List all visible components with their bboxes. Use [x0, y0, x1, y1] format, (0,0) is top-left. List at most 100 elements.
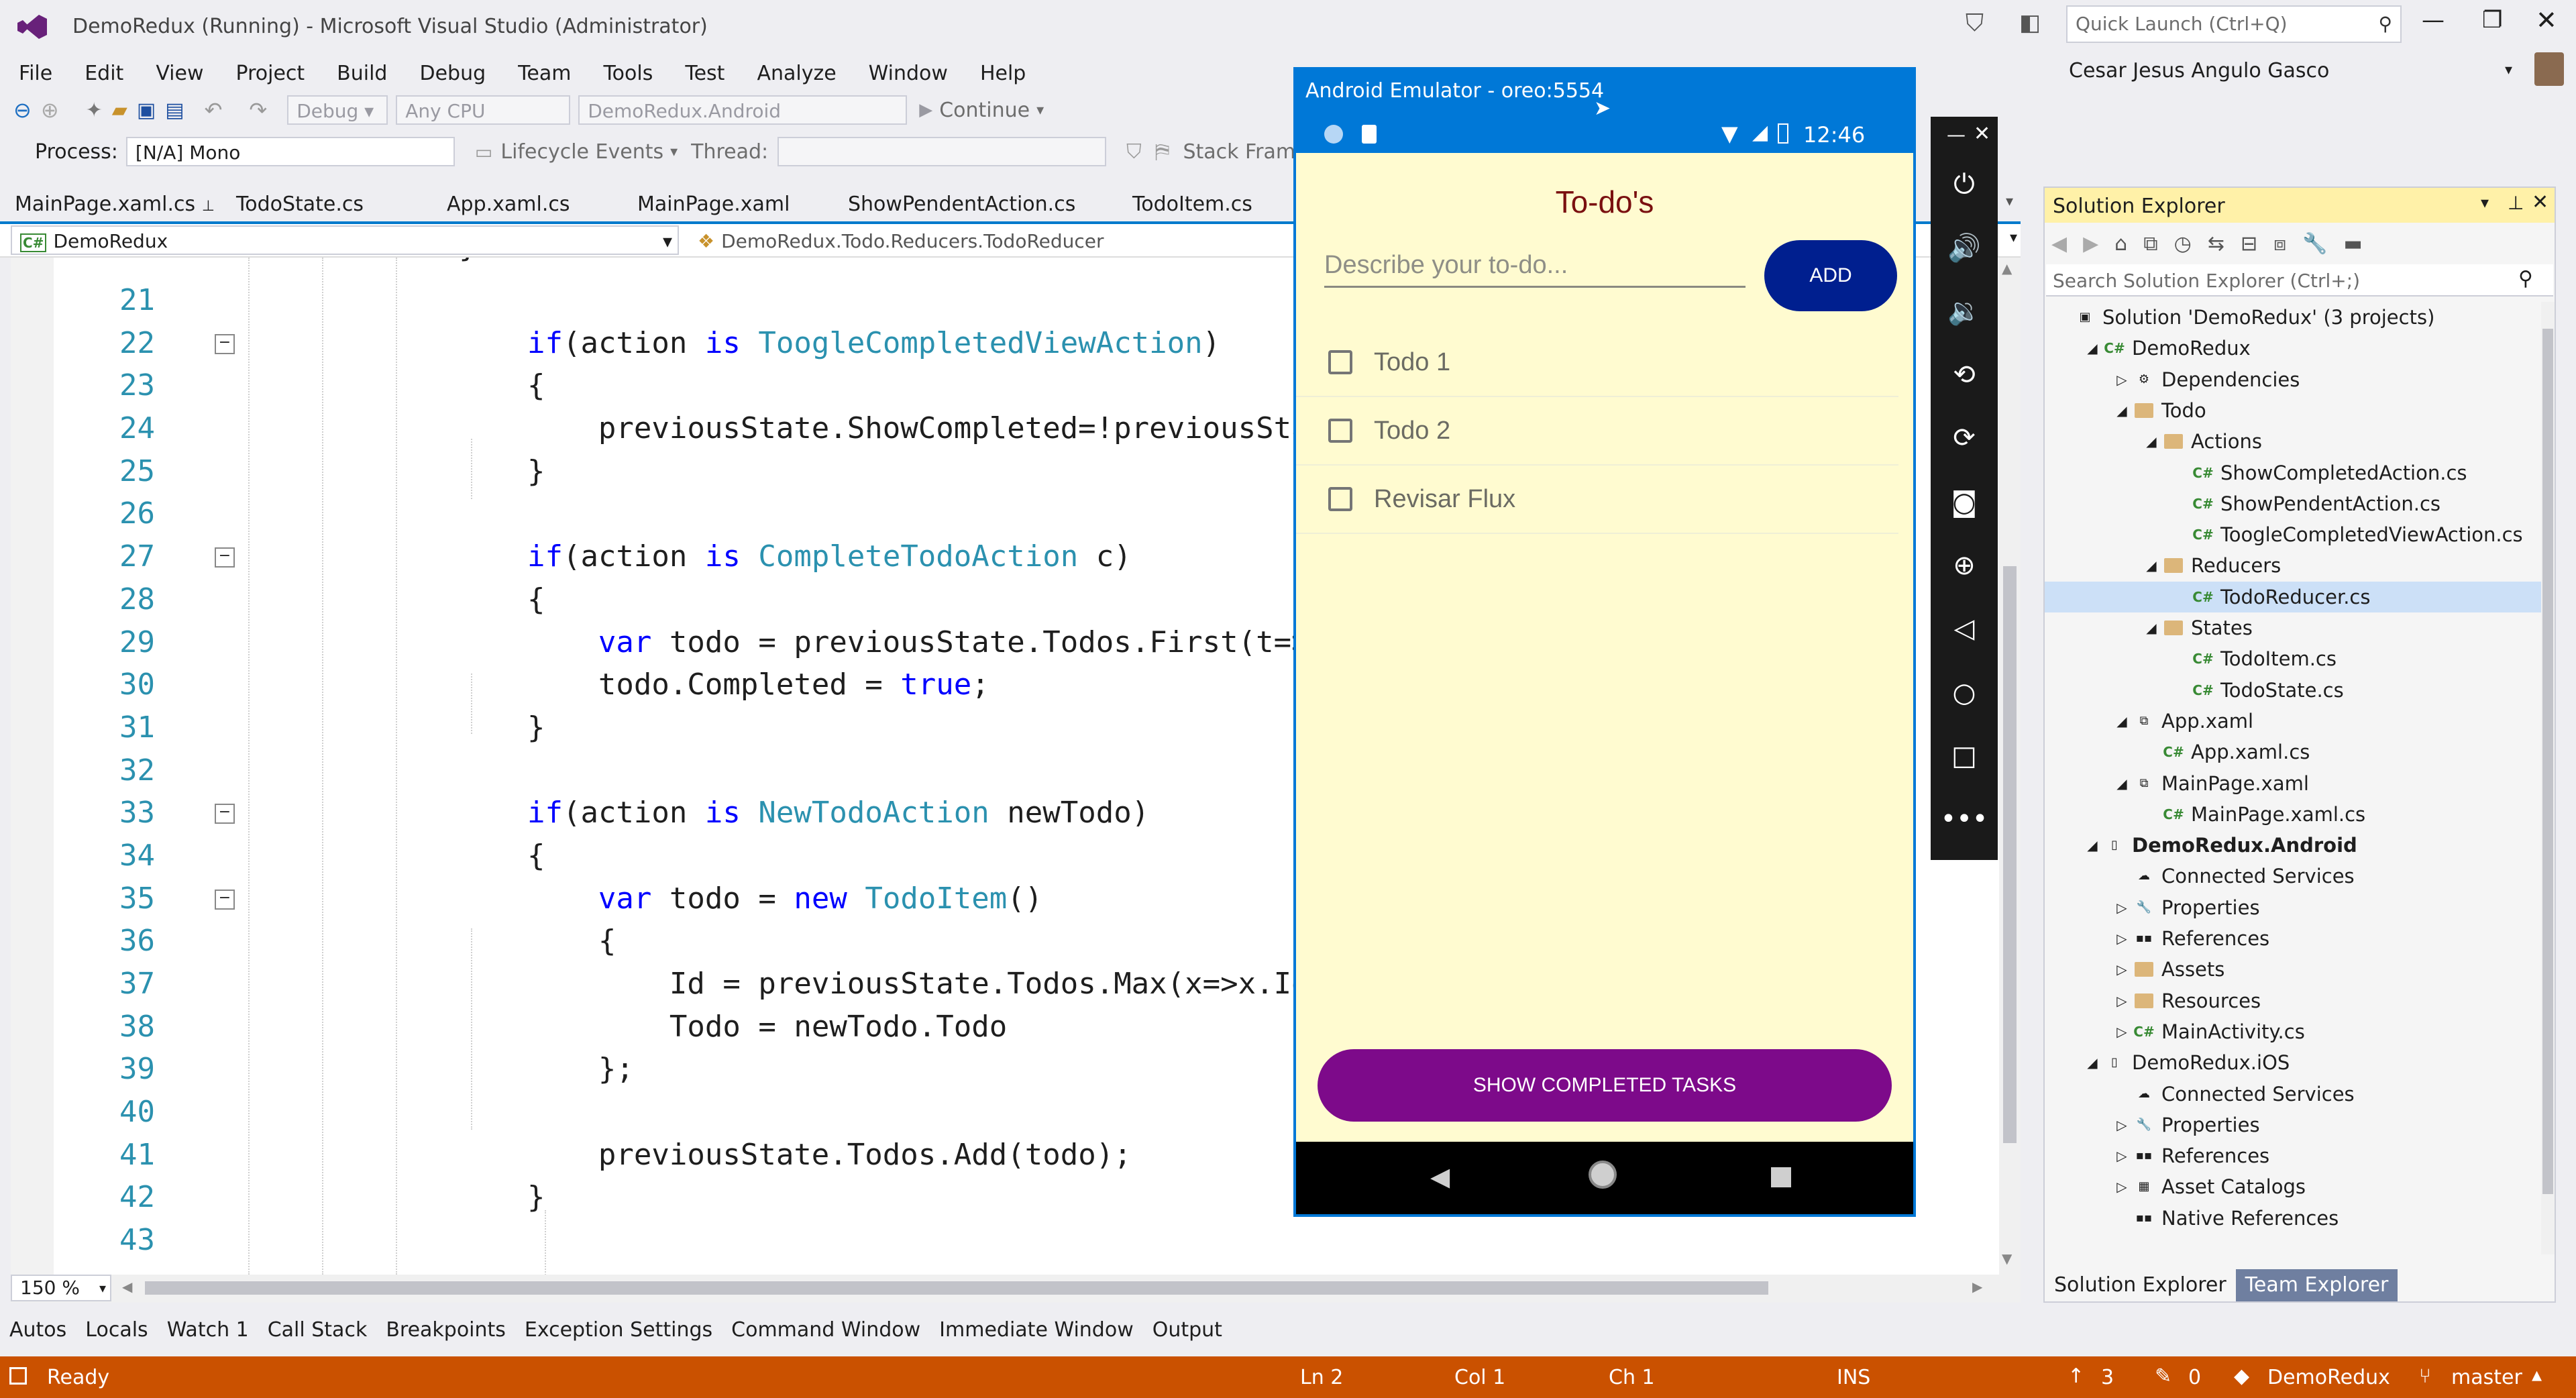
tree-item[interactable]: C# MainPage.xaml.cs [2045, 799, 2541, 830]
continue-chevron-icon[interactable]: ▾ [1036, 102, 1044, 119]
forward-icon[interactable]: ▶ [2083, 232, 2098, 256]
avatar[interactable] [2534, 52, 2564, 86]
branch-chevron-icon[interactable]: ▴ [2532, 1363, 2542, 1387]
tree-item[interactable]: ◢ ⧉ MainPage.xaml [2045, 768, 2541, 799]
filter-icon[interactable]: ⛉ [1126, 140, 1142, 164]
tree-item[interactable]: ▷ ▪▪ References [2045, 1140, 2541, 1171]
rotate-left-icon[interactable]: ⟲ [1931, 343, 1998, 407]
tree-vertical-scrollbar[interactable] [2541, 302, 2555, 1254]
platform-dropdown[interactable]: Any CPU [396, 95, 571, 125]
tree-item[interactable]: ◢ Todo [2045, 395, 2541, 426]
pending-changes-pencil-icon[interactable]: ✎ [2155, 1364, 2171, 1388]
back-icon[interactable]: ⊖ [13, 97, 32, 123]
editor-vertical-scrollbar[interactable]: ▲ ▼ [1999, 258, 2021, 1275]
show-all-files-icon[interactable]: ⧈ [2273, 232, 2286, 256]
collapsed-arrow-icon[interactable]: ▷ [2114, 985, 2129, 1016]
zoom-dropdown[interactable]: 150 % ▾ [11, 1275, 111, 1301]
tree-item[interactable]: ▷ C# MainActivity.cs [2045, 1016, 2541, 1047]
configuration-dropdown[interactable]: Debug ▾ [287, 95, 388, 125]
collapsed-arrow-icon[interactable]: ▷ [2114, 954, 2129, 985]
todo-checkbox[interactable] [1328, 419, 1352, 443]
android-back-icon[interactable]: ◀ [1430, 1162, 1450, 1191]
emulator-close-button[interactable]: ✕ [1974, 122, 1990, 146]
flag-threads-icon[interactable]: ⛿ [1155, 140, 1170, 164]
menu-analyze[interactable]: Analyze [741, 58, 852, 90]
notifications-icon[interactable]: ◧ [2019, 9, 2041, 36]
tree-item[interactable]: C# App.xaml.cs [2045, 737, 2541, 767]
switch-views-icon[interactable]: ⧉ [2143, 232, 2157, 256]
tree-item[interactable]: ▷ ▦ Asset Catalogs [2045, 1171, 2541, 1202]
tab-todostate-cs[interactable]: TodoState.cs [196, 186, 432, 223]
expanded-arrow-icon[interactable]: ◢ [2114, 768, 2129, 799]
undo-icon[interactable]: ↶ [205, 97, 223, 123]
menu-test[interactable]: Test [669, 58, 741, 90]
expanded-arrow-icon[interactable]: ◢ [2114, 706, 2129, 737]
more-options-icon[interactable]: ••• [1931, 788, 1998, 851]
expanded-arrow-icon[interactable]: ◢ [2144, 550, 2159, 581]
lifecycle-chevron-icon[interactable]: ▾ [670, 144, 678, 160]
tab-immediate-window[interactable]: Immediate Window [930, 1314, 1143, 1346]
expanded-arrow-icon[interactable]: ◢ [2085, 1047, 2100, 1078]
zoom-icon[interactable]: ⊕ [1931, 534, 1998, 597]
tree-item[interactable]: C# ShowPendentAction.cs [2045, 488, 2541, 519]
back-icon[interactable]: ◁ [1931, 597, 1998, 660]
add-button[interactable]: ADD [1764, 240, 1897, 311]
member-scope-dropdown[interactable]: ❖ DemoRedux.Todo.Reducers.TodoReducer [688, 225, 1350, 255]
tab-todoitem-cs[interactable]: TodoItem.cs [1118, 186, 1267, 223]
sync-with-active-document-icon[interactable]: ⇆ [2208, 232, 2224, 256]
tree-item[interactable]: ▷ Resources [2045, 985, 2541, 1016]
scroll-thumb[interactable] [2003, 566, 2017, 1143]
scroll-down-arrow-icon[interactable]: ▼ [2002, 1250, 2012, 1267]
menu-tools[interactable]: Tools [587, 58, 669, 90]
tab-command-window[interactable]: Command Window [722, 1314, 930, 1346]
minimize-button[interactable]: — [2422, 7, 2445, 34]
tree-item[interactable]: ◢ States [2045, 612, 2541, 643]
emulator-title[interactable]: Android Emulator - oreo:5554 [1305, 79, 1604, 103]
tree-item[interactable]: ▷ ⚙ Dependencies [2045, 364, 2541, 395]
tab-overflow-icon[interactable]: ▾ [2006, 193, 2013, 210]
collapse-toggle-icon[interactable]: − [215, 547, 235, 568]
collapsed-arrow-icon[interactable]: ▷ [2114, 1016, 2129, 1047]
process-dropdown[interactable]: [N/A] Mono [125, 137, 455, 166]
android-home-icon[interactable] [1589, 1161, 1617, 1189]
collapsed-arrow-icon[interactable]: ▷ [2114, 892, 2129, 923]
solution-explorer-search[interactable]: Search Solution Explorer (Ctrl+;) ⚲ [2046, 264, 2553, 297]
tree-item[interactable]: ▪▪ Native References [2045, 1203, 2541, 1234]
user-name[interactable]: Cesar Jesus Angulo Gasco [2069, 59, 2329, 83]
tree-item[interactable]: ◢ Reducers [2045, 550, 2541, 581]
tab-autos[interactable]: Autos [0, 1314, 76, 1346]
todo-item[interactable]: Todo 2 [1296, 397, 1898, 466]
repository-name[interactable]: DemoRedux [2267, 1366, 2390, 1389]
volume-down-icon[interactable]: 🔉 [1931, 279, 1998, 342]
user-menu-chevron-icon[interactable]: ▾ [2505, 62, 2512, 78]
project-scope-dropdown[interactable]: C# DemoRedux ▾ [11, 225, 679, 255]
collapse-toggle-icon[interactable]: − [215, 334, 235, 354]
horizontal-scroll-thumb[interactable] [145, 1281, 1768, 1295]
expanded-arrow-icon[interactable]: ◢ [2085, 830, 2100, 861]
repository-icon[interactable]: ◆ [2234, 1364, 2249, 1388]
tree-item[interactable]: ☁ Connected Services [2045, 861, 2541, 892]
menu-view[interactable]: View [140, 58, 219, 90]
collapsed-arrow-icon[interactable]: ▷ [2114, 923, 2129, 954]
show-completed-button[interactable]: SHOW COMPLETED TASKS [1318, 1049, 1892, 1122]
tab-watch-1[interactable]: Watch 1 [158, 1314, 258, 1346]
unpublished-commits-count[interactable]: 3 [2101, 1366, 2114, 1389]
tree-item[interactable]: ◢ ⧉ App.xaml [2045, 706, 2541, 737]
tab-output[interactable]: Output [1143, 1314, 1232, 1346]
tree-item[interactable]: ▷ ▪▪ References [2045, 923, 2541, 954]
pending-changes-filter-icon[interactable]: ◷ [2174, 232, 2192, 256]
android-recents-icon[interactable] [1771, 1167, 1791, 1187]
member-chevron-down-icon[interactable]: ▾ [2010, 229, 2017, 246]
tab-call-stack[interactable]: Call Stack [258, 1314, 377, 1346]
tab-showpendentaction-cs[interactable]: ShowPendentAction.cs [833, 186, 1118, 223]
collapse-all-icon[interactable]: ⊟ [2241, 232, 2257, 256]
collapse-toggle-icon[interactable]: − [215, 804, 235, 824]
scroll-up-arrow-icon[interactable]: ▲ [2002, 260, 2012, 276]
save-all-icon[interactable]: ▤ [165, 99, 184, 122]
tree-item[interactable]: ◢ ▯ DemoRedux.iOS [2045, 1047, 2541, 1078]
menu-help[interactable]: Help [964, 58, 1042, 90]
continue-button[interactable]: Continue [939, 99, 1030, 122]
thread-dropdown[interactable] [777, 137, 1107, 166]
tree-item[interactable]: C# TodoItem.cs [2045, 643, 2541, 674]
expanded-arrow-icon[interactable]: ◢ [2114, 395, 2129, 426]
